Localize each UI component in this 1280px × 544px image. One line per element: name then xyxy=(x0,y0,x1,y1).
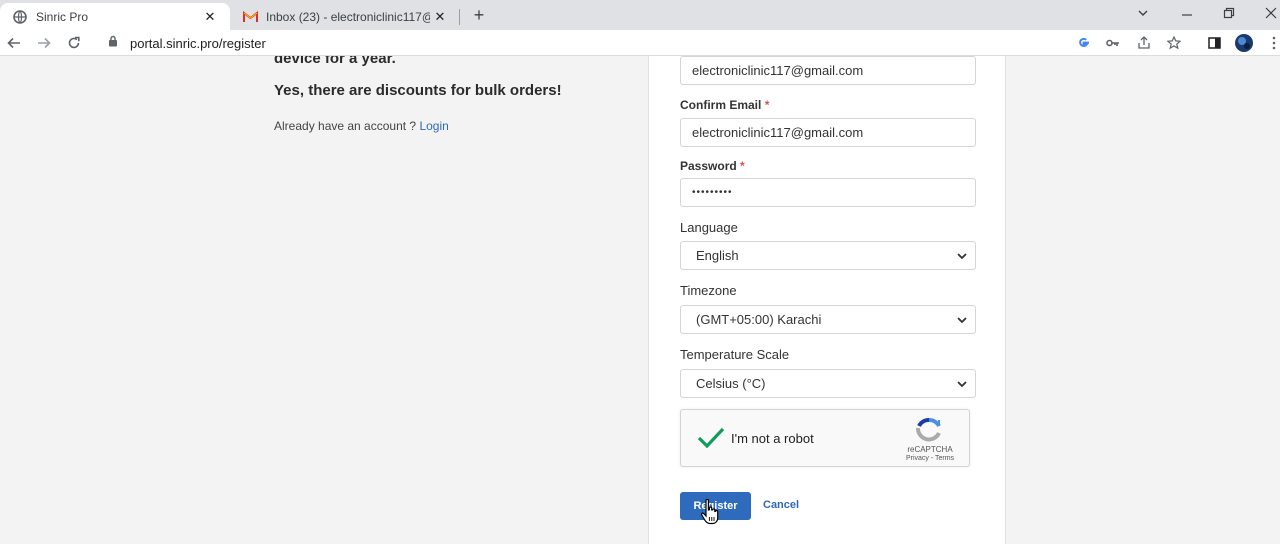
password-label-text: Password xyxy=(680,159,737,173)
gmail-icon xyxy=(242,9,258,25)
info-line-2: Yes, there are discounts for bulk orders… xyxy=(274,82,562,99)
captcha-label: I'm not a robot xyxy=(731,431,814,446)
share-icon[interactable] xyxy=(1134,33,1154,53)
chevron-down-icon xyxy=(957,317,967,324)
chevron-down-icon xyxy=(957,381,967,388)
language-select[interactable]: English xyxy=(680,241,976,270)
back-arrow-icon[interactable] xyxy=(4,33,24,53)
tab-search-icon[interactable] xyxy=(1128,3,1158,22)
language-value: English xyxy=(696,248,739,263)
browser-toolbar: portal.sinric.pro/register xyxy=(0,30,1280,56)
info-line-1: device for a year. xyxy=(274,56,396,67)
tab-title: Inbox (23) - electroniclinic117@g xyxy=(266,9,430,24)
password-label: Password * xyxy=(680,159,745,173)
lock-icon xyxy=(108,34,122,52)
recaptcha-logo-icon xyxy=(916,418,941,442)
key-icon[interactable] xyxy=(1103,33,1123,53)
tab-bar: Sinric Pro ✕ Inbox (23) - electroniclini… xyxy=(0,0,1280,30)
recaptcha-brand: reCAPTCHA xyxy=(907,445,953,454)
tab-separator xyxy=(459,9,460,25)
tab-gmail-inbox[interactable]: Inbox (23) - electroniclinic117@g ✕ xyxy=(232,3,460,30)
register-form: electroniclinic117@gmail.com Confirm Ema… xyxy=(648,56,1006,544)
tab-close-icon[interactable]: ✕ xyxy=(430,9,450,25)
google-icon[interactable] xyxy=(1073,33,1093,53)
minimize-icon[interactable] xyxy=(1172,3,1202,22)
side-panel-icon[interactable] xyxy=(1204,33,1224,53)
tab-title: Sinric Pro xyxy=(36,9,89,24)
timezone-value: (GMT+05:00) Karachi xyxy=(696,312,822,327)
timezone-label: Timezone xyxy=(680,283,737,298)
confirm-email-label-text: Confirm Email xyxy=(680,98,762,112)
hand-cursor-icon xyxy=(701,498,719,525)
password-value: ••••••••• xyxy=(692,187,733,198)
recaptcha-widget[interactable]: I'm not a robot reCAPTCHA Privacy - Term… xyxy=(680,409,970,467)
confirm-email-label: Confirm Email * xyxy=(680,98,769,112)
checkmark-icon[interactable] xyxy=(697,426,725,450)
cancel-link[interactable]: Cancel xyxy=(763,499,799,511)
reload-icon[interactable] xyxy=(64,33,84,53)
bookmark-star-icon[interactable] xyxy=(1164,33,1184,53)
new-tab-button[interactable]: + xyxy=(468,4,490,26)
menu-dots-icon[interactable] xyxy=(1264,33,1280,53)
recaptcha-terms[interactable]: Privacy - Terms xyxy=(895,455,965,462)
account-prompt-text: Already have an account ? xyxy=(274,119,420,133)
temperature-scale-label: Temperature Scale xyxy=(680,347,790,362)
language-label: Language xyxy=(680,220,738,235)
account-prompt: Already have an account ? Login xyxy=(274,119,449,133)
temperature-scale-select[interactable]: Celsius (°C) xyxy=(680,369,976,398)
restore-icon[interactable] xyxy=(1214,3,1244,22)
required-mark: * xyxy=(740,159,745,173)
email-field[interactable]: electroniclinic117@gmail.com xyxy=(680,56,976,85)
tab-sinric-pro[interactable]: Sinric Pro ✕ xyxy=(0,3,230,30)
confirm-email-field[interactable]: electroniclinic117@gmail.com xyxy=(680,118,976,147)
window-close-icon[interactable] xyxy=(1256,3,1280,22)
tab-close-icon[interactable]: ✕ xyxy=(200,9,220,25)
confirm-email-value: electroniclinic117@gmail.com xyxy=(692,125,864,140)
login-link[interactable]: Login xyxy=(419,119,448,133)
forward-arrow-icon[interactable] xyxy=(34,33,54,53)
page-content: device for a year. Yes, there are discou… xyxy=(0,56,1280,544)
password-field[interactable]: ••••••••• xyxy=(680,178,976,207)
timezone-select[interactable]: (GMT+05:00) Karachi xyxy=(680,305,976,334)
chevron-down-icon xyxy=(957,253,967,260)
url-text: portal.sinric.pro/register xyxy=(130,35,266,51)
globe-icon xyxy=(12,9,28,25)
temperature-scale-value: Celsius (°C) xyxy=(696,376,766,391)
profile-avatar-icon[interactable] xyxy=(1234,33,1254,53)
email-value: electroniclinic117@gmail.com xyxy=(692,63,864,78)
required-mark: * xyxy=(764,98,770,112)
